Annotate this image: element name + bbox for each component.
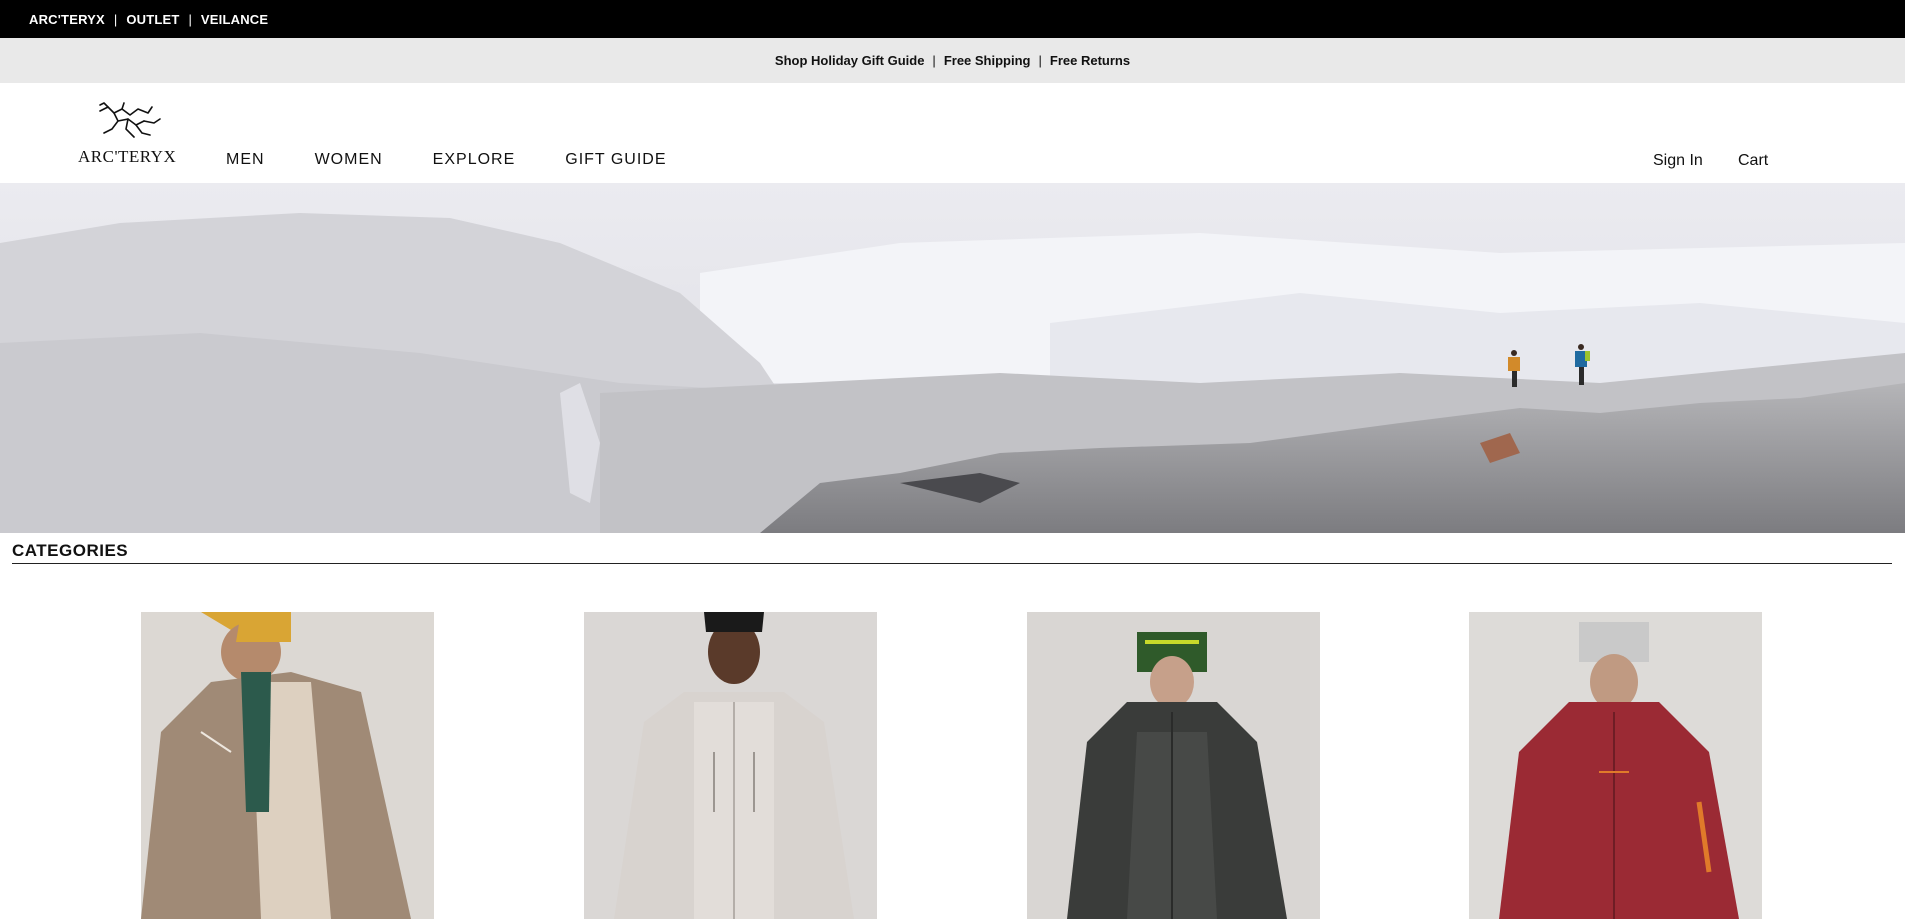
brand-logo[interactable]: ARC'TERYX: [78, 99, 177, 169]
categories-heading: CATEGORIES: [12, 541, 129, 560]
brand-link-veilance[interactable]: VEILANCE: [201, 12, 268, 27]
brand-separator: |: [188, 11, 192, 27]
category-image-4: [1469, 612, 1762, 919]
brand-link-arcteryx[interactable]: ARC'TERYX: [29, 12, 105, 27]
promo-bar: Shop Holiday Gift Guide | Free Shipping …: [0, 38, 1905, 83]
nav-explore[interactable]: EXPLORE: [433, 151, 516, 169]
logo-wordmark: ARC'TERYX: [78, 147, 177, 166]
nav-women[interactable]: WOMEN: [315, 151, 383, 169]
category-image-2: [584, 612, 877, 919]
cart-link[interactable]: Cart: [1738, 152, 1768, 170]
main-nav: MEN WOMEN EXPLORE GIFT GUIDE: [226, 151, 717, 169]
brand-bar: ARC'TERYX | OUTLET | VEILANCE: [0, 0, 1905, 38]
promo-free-shipping-link[interactable]: Free Shipping: [944, 53, 1031, 68]
category-card-1[interactable]: [141, 612, 434, 919]
promo-separator: |: [1038, 53, 1042, 68]
category-image-1: [141, 612, 434, 919]
promo-free-returns-link[interactable]: Free Returns: [1050, 53, 1130, 68]
nav-gift-guide[interactable]: GIFT GUIDE: [565, 151, 666, 169]
hero-banner[interactable]: [0, 183, 1905, 533]
category-image-3: [1027, 612, 1320, 919]
sign-in-link[interactable]: Sign In: [1653, 152, 1703, 170]
promo-separator: |: [932, 53, 936, 68]
nav-men[interactable]: MEN: [226, 151, 265, 169]
site-header: ARC'TERYX MEN WOMEN EXPLORE GIFT GUIDE S…: [0, 83, 1905, 183]
archaeopteryx-logo-icon: [99, 102, 161, 138]
category-card-2[interactable]: [584, 612, 877, 919]
category-card-3[interactable]: [1027, 612, 1320, 919]
categories-divider: [12, 563, 1892, 564]
category-card-4[interactable]: [1469, 612, 1762, 919]
brand-separator: |: [113, 11, 118, 27]
brand-link-outlet[interactable]: OUTLET: [126, 12, 179, 27]
promo-gift-guide-link[interactable]: Shop Holiday Gift Guide: [775, 53, 925, 68]
hero-image: [0, 183, 1905, 533]
